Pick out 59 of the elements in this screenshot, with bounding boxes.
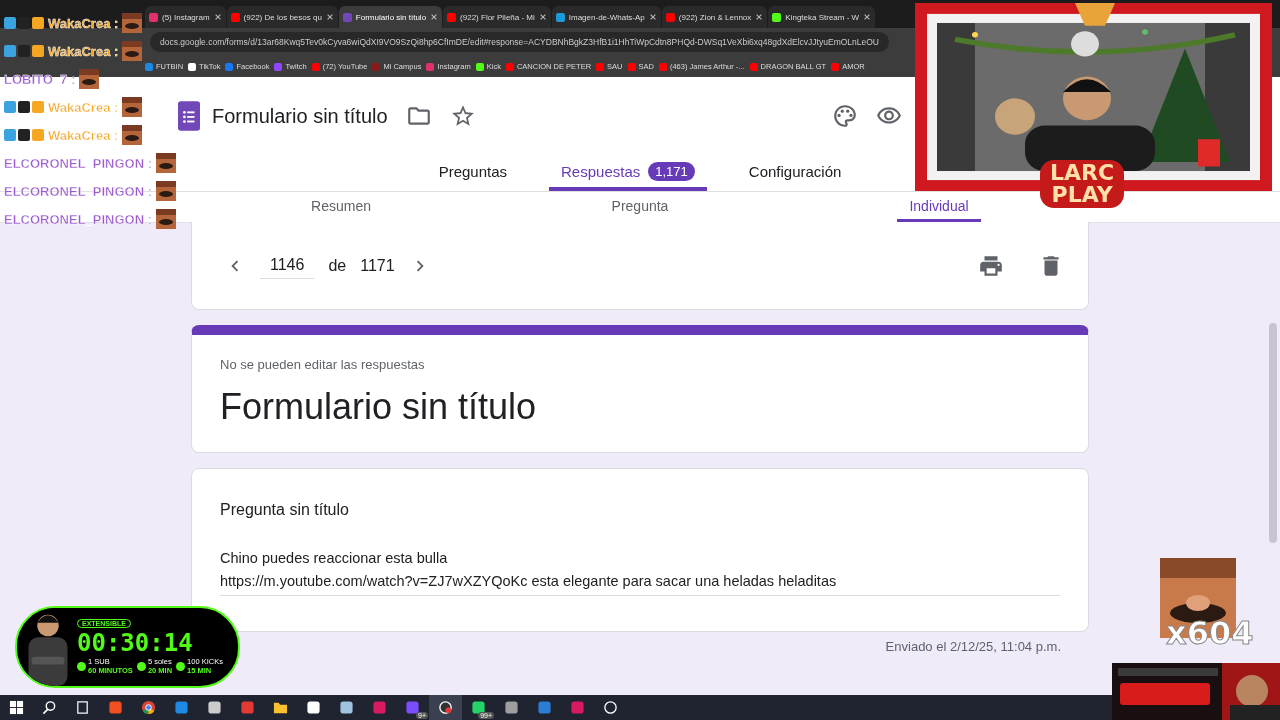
browser-tab[interactable]: (922) Zion & Lennox bbox=[661, 6, 768, 28]
chat-username: WakaCrea : bbox=[48, 127, 119, 143]
browser-tab[interactable]: Kingteka Stream - W bbox=[768, 6, 876, 28]
close-icon[interactable] bbox=[755, 13, 764, 21]
close-icon[interactable] bbox=[863, 13, 872, 21]
chat-username: WakaCrea : bbox=[48, 43, 119, 59]
total-count: 1171 bbox=[360, 256, 395, 275]
tab-label: Preguntas bbox=[438, 162, 508, 180]
forms-logo-icon bbox=[178, 101, 200, 131]
form-title: Formulario sin título bbox=[220, 386, 538, 428]
folder-icon bbox=[273, 700, 288, 715]
reward-icon bbox=[77, 662, 86, 671]
form-tab[interactable]: Preguntas bbox=[426, 155, 520, 191]
chat-username: ELCORONEL_PINGON : bbox=[4, 155, 153, 171]
submitted-timestamp: Enviado el 2/12/25, 11:04 p.m. bbox=[885, 639, 1061, 654]
separator-text: de bbox=[328, 256, 347, 275]
chat-username: ELCORONEL_PINGON : bbox=[4, 211, 153, 227]
task-view-icon bbox=[75, 700, 90, 715]
taskbar-button[interactable] bbox=[429, 695, 462, 720]
app-icon bbox=[240, 700, 255, 715]
browser-tab[interactable]: Imagen-de-Whats-Ap bbox=[551, 6, 661, 28]
app-icon bbox=[570, 700, 585, 715]
chat-username: WakaCrea : bbox=[48, 99, 119, 115]
address-bar[interactable]: docs.google.com/forms/d/13ar68Kwq5Tev0kCyva6wiQdXI9VO9SzQi8hp6CfImDE/edit#response=ACYDBNhBgkZ3HfB1i1HhTiWpCdtn8PHQd-DWSq1VeXbi6xq48gdXdElcvJJtyuEmOLnLeOU bbox=[150, 32, 889, 52]
app-icon bbox=[306, 700, 321, 715]
close-icon[interactable] bbox=[430, 13, 439, 21]
response-view-tab[interactable]: Resumen bbox=[299, 192, 383, 222]
ring-icon bbox=[603, 700, 618, 715]
chat-username: ELCORONEL_PINGON : bbox=[4, 183, 153, 199]
browser-tab[interactable]: (922) De los besos qu bbox=[226, 6, 338, 28]
browser-tab[interactable]: (922) Flor Pileña - Mi bbox=[443, 6, 551, 28]
chat-username: WakaCrea : bbox=[48, 15, 119, 31]
windows-logo-icon bbox=[9, 700, 24, 715]
close-icon[interactable] bbox=[648, 13, 657, 21]
search-icon bbox=[42, 700, 57, 715]
form-title[interactable]: Formulario sin título bbox=[212, 104, 388, 128]
count-badge: 1,171 bbox=[648, 161, 695, 181]
close-icon[interactable] bbox=[325, 13, 334, 21]
tab-label: Configuración bbox=[748, 162, 842, 180]
close-icon[interactable] bbox=[213, 13, 222, 21]
question-title: Pregunta sin título bbox=[220, 501, 350, 519]
notice-text: No se pueden editar las respuestas bbox=[220, 357, 426, 372]
response-number-field[interactable]: 1146 bbox=[260, 252, 315, 279]
response-view-tab[interactable]: Pregunta bbox=[599, 192, 681, 222]
timer-time: 00:30:14 bbox=[77, 629, 194, 657]
reward-icon bbox=[136, 662, 146, 671]
browser-tab[interactable]: (5) Instagram bbox=[145, 6, 226, 28]
tab-label: Respuestas bbox=[561, 162, 641, 180]
channel-logo: LARC PLAY bbox=[1040, 160, 1125, 208]
scrollbar[interactable] bbox=[1269, 323, 1277, 543]
app-icon bbox=[372, 700, 387, 715]
record-icon bbox=[438, 700, 453, 715]
browser-tab[interactable]: Formulario sin título bbox=[338, 6, 443, 28]
palette-icon[interactable] bbox=[832, 103, 858, 129]
app-icon bbox=[339, 700, 354, 715]
answer-text: Chino puedes reaccionar esta bulla https://m.youtube.com/watch?v=ZJ7wXZYQoKc esta elegante para sacar una heladas heladitas bbox=[220, 547, 1060, 596]
form-tab[interactable]: Configuración bbox=[736, 155, 854, 191]
reward-icon bbox=[176, 662, 186, 671]
close-icon[interactable] bbox=[538, 13, 547, 21]
